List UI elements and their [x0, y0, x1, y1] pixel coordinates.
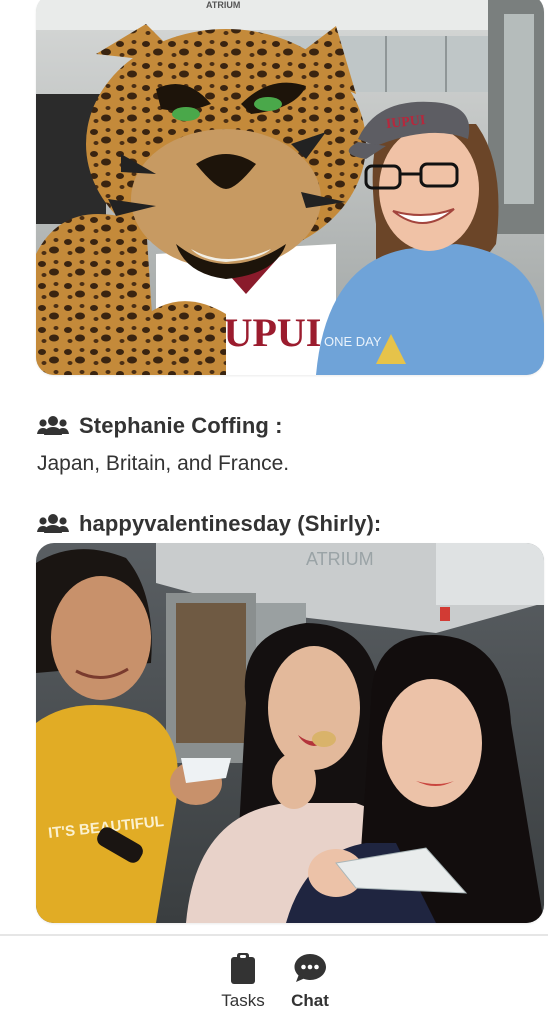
post-author-row: happyvalentinesday (Shirly):: [37, 511, 381, 537]
nav-label-chat: Chat: [291, 991, 329, 1010]
bottom-navigation: Tasks Chat: [0, 934, 548, 1024]
atrium-sign: ATRIUM: [206, 0, 240, 10]
nav-tab-chat[interactable]: Chat: [275, 952, 345, 1011]
post-author: Stephanie Coffing :: [79, 413, 283, 438]
chat-screen: ATRIUM IUPUI IUPUI ONE DAY Stephanie Cof…: [0, 0, 548, 1024]
post-photo-mascot-selfie[interactable]: ATRIUM IUPUI IUPUI ONE DAY: [36, 0, 544, 375]
users-icon: [37, 415, 69, 437]
building-sign: ATRIUM: [306, 549, 374, 569]
chat-bubble-icon: [293, 952, 327, 984]
mascot-selfie-image: ATRIUM IUPUI IUPUI ONE DAY: [36, 0, 544, 375]
post-message: Japan, Britain, and France.: [37, 452, 290, 475]
tee-text: ONE DAY: [324, 334, 382, 349]
nav-tab-tasks[interactable]: Tasks: [208, 952, 278, 1011]
chat-feed[interactable]: ATRIUM IUPUI IUPUI ONE DAY Stephanie Cof…: [0, 0, 548, 934]
clipboard-icon: [229, 952, 257, 984]
friends-photo-image: ATRIUM IT'S BEAUTIFUL: [36, 543, 544, 923]
nav-label-tasks: Tasks: [221, 991, 265, 1010]
post-author-row: Stephanie Coffing :: [37, 413, 283, 439]
post-photo-friends[interactable]: ATRIUM IT'S BEAUTIFUL: [36, 543, 544, 923]
post-author: happyvalentinesday (Shirly):: [79, 511, 382, 536]
users-icon: [37, 513, 69, 535]
